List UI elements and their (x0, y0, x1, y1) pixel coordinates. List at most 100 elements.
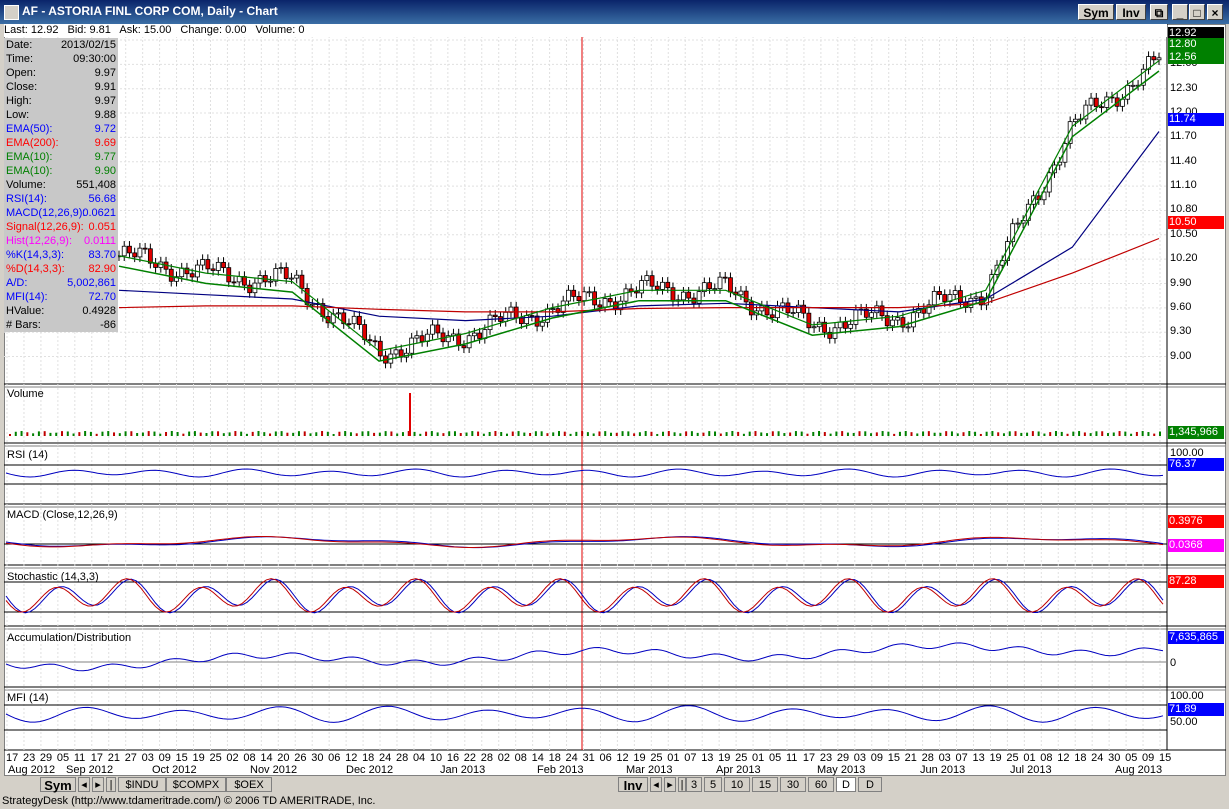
sym-button[interactable]: Sym (1078, 4, 1114, 20)
period-30[interactable]: 30 (780, 777, 806, 792)
candle-body (205, 259, 211, 270)
month-label: Mar 2013 (626, 764, 673, 776)
volume-bar (852, 432, 855, 436)
volume-bar (234, 431, 237, 436)
info-row: EMA(10): 9.77 (4, 150, 118, 164)
ad-tag: 7,635,865 (1168, 631, 1224, 644)
period-3[interactable]: 3 (686, 777, 702, 792)
detach-icon[interactable]: ⧉ (1150, 4, 1168, 20)
tab-oex[interactable]: $OEX (226, 777, 272, 792)
collapse-icon[interactable]: | (106, 777, 116, 792)
day-label: 19 (989, 752, 1002, 764)
info-label: Open: (6, 67, 36, 79)
candle-body (748, 301, 754, 316)
period-10[interactable]: 10 (724, 777, 750, 792)
period-15[interactable]: 15 (752, 777, 778, 792)
inv-tab[interactable]: Inv (618, 777, 648, 793)
scroll-left-icon[interactable]: ◂ (78, 777, 90, 792)
day-label: 14 (260, 752, 273, 764)
volume-bar (1112, 432, 1115, 436)
price-tag: 11.74 (1168, 113, 1224, 126)
volume-bar (950, 431, 953, 436)
period-60[interactable]: 60 (808, 777, 834, 792)
volume-bar (1089, 433, 1092, 436)
period-d-active[interactable]: D (836, 777, 856, 792)
volume-bar (673, 432, 676, 436)
day-label: 18 (362, 752, 375, 764)
volume-bar (396, 433, 399, 436)
volume-bar (667, 431, 670, 436)
mfi-tag: 71.89 (1168, 703, 1224, 716)
tab-indu[interactable]: $INDU (118, 777, 166, 792)
volume-bar (136, 433, 139, 436)
candle-body (513, 306, 519, 319)
volume-bar (922, 431, 925, 436)
price-tick: 10.50 (1170, 227, 1198, 240)
ad-panel-title: Accumulation/Distribution (7, 632, 132, 644)
candle-body (414, 335, 420, 339)
volume-bar (199, 432, 202, 436)
day-label: 25 (735, 752, 748, 764)
candle-body (581, 291, 587, 301)
info-label: Hist(12,26,9): (6, 235, 73, 247)
volume-bar (742, 433, 745, 436)
macd-line (5, 536, 1164, 549)
candle-body (602, 298, 608, 308)
volume-bar (511, 431, 514, 436)
candle-body (132, 252, 138, 258)
volume-bar (1095, 431, 1098, 436)
info-row: EMA(10): 9.90 (4, 164, 118, 178)
period-right-icon[interactable]: ▸ (664, 777, 676, 792)
day-label: 30 (1108, 752, 1121, 764)
volume-bar (349, 432, 352, 436)
volume-bar (575, 431, 578, 436)
info-value: 9.72 (94, 123, 116, 135)
volume-bar (477, 431, 480, 436)
stoch-k-line (5, 578, 1164, 614)
info-value: 9.88 (94, 109, 116, 121)
period-d[interactable]: D (858, 777, 882, 792)
info-label: Signal(12,26,9): (6, 221, 84, 233)
volume-bar (679, 433, 682, 436)
day-label: 11 (73, 752, 86, 764)
day-label: 09 (1142, 752, 1155, 764)
info-row: Time: 09:30:00 (4, 52, 118, 66)
inv-button[interactable]: Inv (1116, 4, 1146, 20)
price-tag: 12.56 (1168, 51, 1224, 64)
period-left-icon[interactable]: ◂ (650, 777, 662, 792)
info-row: Hist(12,26,9): 0.0111 (4, 234, 118, 248)
volume-bar (211, 431, 214, 436)
close-icon[interactable]: × (1207, 4, 1223, 20)
day-label: 13 (972, 752, 985, 764)
day-label: 15 (887, 752, 900, 764)
candle-body (790, 312, 796, 314)
candle-body (215, 261, 221, 271)
day-label: 28 (921, 752, 934, 764)
candle-body (759, 305, 765, 312)
last-price: Last: 12.92 (4, 24, 59, 36)
day-label: 01 (667, 752, 680, 764)
volume-bar (962, 432, 965, 436)
volume-bar (286, 432, 289, 436)
volume-bar (974, 431, 977, 436)
info-row: Close: 9.91 (4, 80, 118, 94)
candle-body (681, 291, 686, 301)
ad-line (5, 642, 1164, 672)
scroll-right-icon[interactable]: ▸ (92, 777, 104, 792)
day-label: 30 (311, 752, 324, 764)
day-label: 23 (819, 752, 833, 764)
volume-bar (326, 431, 329, 436)
candle-body (910, 312, 916, 328)
volume-bar (823, 432, 826, 436)
volume-bar (176, 432, 179, 436)
period-5[interactable]: 5 (704, 777, 722, 792)
sym-tab[interactable]: Sym (40, 777, 76, 793)
day-label: 09 (158, 752, 171, 764)
tab-compx[interactable]: $COMPX (166, 777, 226, 792)
chart-svg[interactable] (4, 24, 1226, 776)
volume-bar (309, 433, 312, 436)
maximize-icon[interactable]: □ (1189, 4, 1205, 20)
minimize-icon[interactable]: _ (1172, 4, 1188, 20)
window-title: AF - ASTORIA FINL CORP COM, Daily - Char… (22, 4, 278, 18)
period-collapse-icon[interactable]: | (678, 777, 686, 792)
